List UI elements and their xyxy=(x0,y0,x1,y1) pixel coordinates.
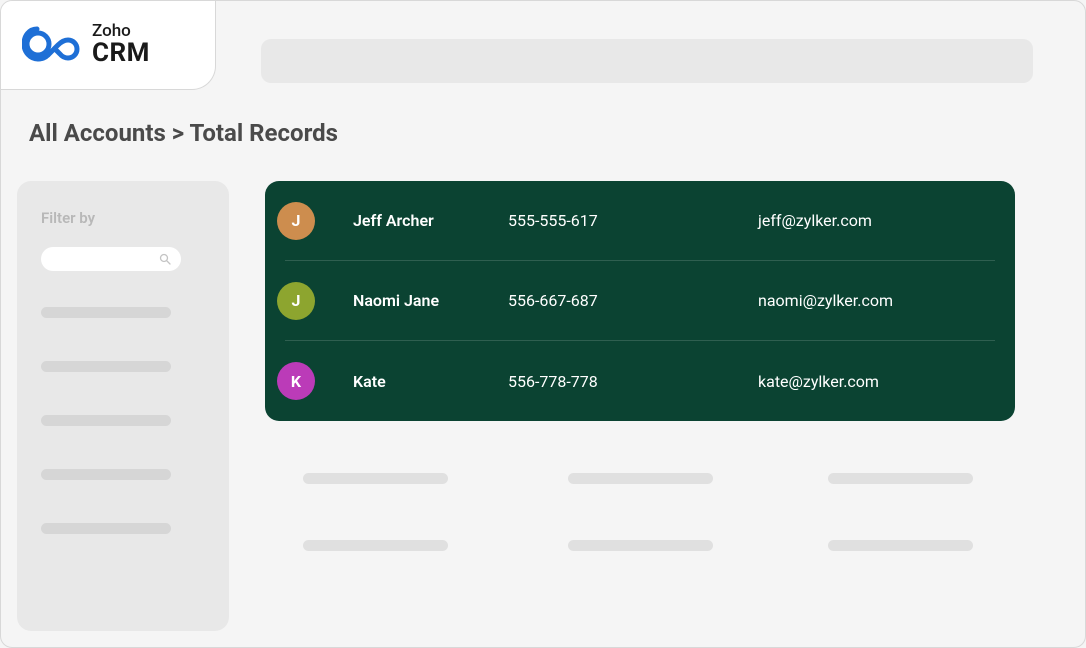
record-phone: 556-667-687 xyxy=(508,291,758,310)
filter-search-input[interactable] xyxy=(41,247,181,271)
search-icon xyxy=(159,253,171,265)
filter-option-placeholder xyxy=(41,307,171,318)
record-email: jeff@zylker.com xyxy=(758,211,872,230)
record-phone: 556-778-778 xyxy=(508,372,758,391)
avatar: K xyxy=(277,362,315,400)
list-placeholder xyxy=(568,540,713,551)
brand-product: CRM xyxy=(92,40,150,66)
avatar: J xyxy=(277,202,315,240)
bottom-skeleton-area xyxy=(303,473,1015,607)
records-card: J Jeff Archer 555-555-617 jeff@zylker.co… xyxy=(265,181,1015,421)
record-name: Kate xyxy=(353,372,508,391)
logo-tab: Zoho CRM xyxy=(0,0,216,90)
filter-by-label: Filter by xyxy=(41,209,205,227)
app-frame: Zoho CRM All Accounts > Total Records Fi… xyxy=(0,0,1086,648)
avatar: J xyxy=(277,282,315,320)
filter-option-placeholder xyxy=(41,415,171,426)
list-placeholder xyxy=(568,473,713,484)
filter-option-placeholder xyxy=(41,361,171,372)
table-row[interactable]: J Naomi Jane 556-667-687 naomi@zylker.co… xyxy=(285,261,995,341)
zoho-crm-logo-icon xyxy=(22,25,80,65)
list-placeholder xyxy=(303,473,448,484)
list-placeholder xyxy=(303,540,448,551)
table-row[interactable]: K Kate 556-778-778 kate@zylker.com xyxy=(285,341,995,421)
record-email: kate@zylker.com xyxy=(758,372,879,391)
list-placeholder xyxy=(828,540,973,551)
record-name: Naomi Jane xyxy=(353,291,508,310)
record-email: naomi@zylker.com xyxy=(758,291,893,310)
record-name: Jeff Archer xyxy=(353,211,508,230)
breadcrumb: All Accounts > Total Records xyxy=(29,119,338,147)
list-placeholder xyxy=(828,473,973,484)
table-row[interactable]: J Jeff Archer 555-555-617 jeff@zylker.co… xyxy=(285,181,995,261)
top-bar: Zoho CRM xyxy=(1,1,1085,93)
record-phone: 555-555-617 xyxy=(508,211,758,230)
top-search-bar[interactable] xyxy=(261,39,1033,83)
filter-option-placeholder xyxy=(41,469,171,480)
filter-option-placeholder xyxy=(41,523,171,534)
filter-sidebar: Filter by xyxy=(17,181,229,631)
